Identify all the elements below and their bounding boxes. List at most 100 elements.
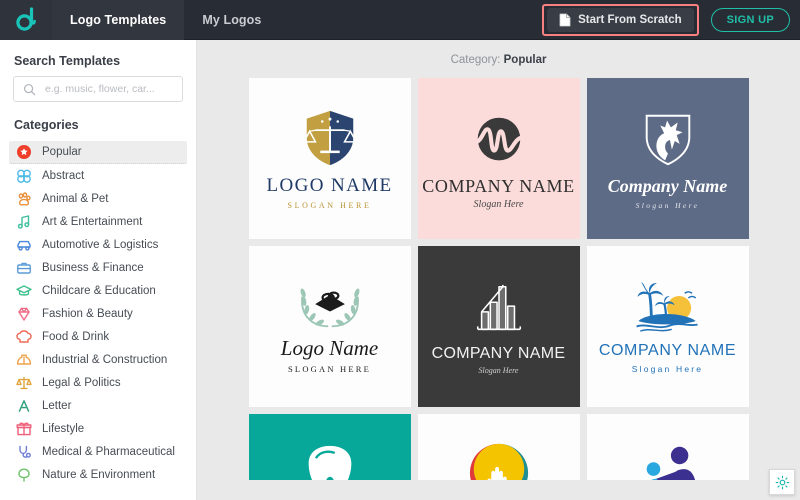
sidebar-item-fashion-beauty[interactable]: Fashion & Beauty bbox=[9, 302, 187, 325]
city-buildings-icon-wrap bbox=[470, 279, 528, 339]
template-name: COMPANY NAME bbox=[432, 345, 566, 363]
palm-island-sun-icon bbox=[631, 280, 705, 336]
sidebar-item-food-drink[interactable]: Food & Drink bbox=[9, 325, 187, 348]
category-prefix: Category: bbox=[451, 54, 501, 66]
sidebar-item-automotive-logistics[interactable]: Automotive & Logistics bbox=[9, 233, 187, 256]
sidebar-item-business-finance[interactable]: Business & Finance bbox=[9, 256, 187, 279]
sidebar-item-industrial-construction[interactable]: Industrial & Construction bbox=[9, 348, 187, 371]
start-from-scratch-label: Start From Scratch bbox=[578, 14, 682, 26]
template-grid-row-partial bbox=[197, 414, 800, 480]
chef-hat-icon-wrap bbox=[16, 329, 32, 345]
template-slogan: SLOGAN HERE bbox=[288, 201, 372, 210]
tooth-icon-wrap bbox=[297, 440, 363, 480]
sidebar-item-label: Lifestyle bbox=[42, 423, 84, 435]
sidebar-item-label: Legal & Politics bbox=[42, 377, 121, 389]
search-box[interactable] bbox=[13, 76, 183, 102]
category-value: Popular bbox=[504, 54, 547, 66]
stethoscope-icon bbox=[16, 444, 32, 460]
music-note-icon-wrap bbox=[16, 214, 32, 230]
letter-a-icon bbox=[16, 398, 32, 414]
sidebar-item-art-entertainment[interactable]: Art & Entertainment bbox=[9, 210, 187, 233]
template-card[interactable] bbox=[587, 414, 749, 480]
gift-icon bbox=[16, 421, 32, 437]
reading-people-icon bbox=[635, 440, 701, 480]
shield-scales-icon bbox=[299, 107, 361, 169]
tab-logo-templates-label: Logo Templates bbox=[70, 13, 166, 27]
sidebar-item-popular[interactable]: Popular bbox=[9, 141, 187, 164]
brand-logo-icon bbox=[14, 7, 38, 33]
start-from-scratch-button[interactable]: Start From Scratch bbox=[547, 8, 694, 32]
hard-hat-icon bbox=[16, 352, 32, 368]
template-slogan: Slogan Here bbox=[479, 366, 519, 375]
template-card[interactable] bbox=[418, 414, 580, 480]
sidebar-item-nature-environment[interactable]: Nature & Environment bbox=[9, 463, 187, 486]
template-card[interactable]: Logo NameSLOGAN HERE bbox=[249, 246, 411, 407]
sidebar-item-label: Childcare & Education bbox=[42, 285, 156, 297]
template-grid: LOGO NAME SLOGAN HERE COMPANY NAME Slogan H… bbox=[197, 78, 800, 407]
brand-logo[interactable] bbox=[0, 0, 52, 40]
search-input[interactable] bbox=[43, 82, 173, 96]
template-name: COMPANY NAME bbox=[422, 176, 574, 197]
sidebar-item-label: Art & Entertainment bbox=[42, 216, 142, 228]
wolf-shield-icon bbox=[638, 108, 698, 170]
scales-icon-wrap bbox=[16, 375, 32, 391]
sidebar-item-label: Letter bbox=[42, 400, 71, 412]
hand-circle-icon-wrap bbox=[466, 440, 532, 480]
abstract-icon bbox=[16, 168, 32, 184]
template-slogan: Slogan Here bbox=[636, 201, 700, 210]
sign-up-label: SIGN UP bbox=[727, 14, 774, 26]
sidebar-item-label: Medical & Pharmaceutical bbox=[42, 446, 175, 458]
tab-my-logos-label: My Logos bbox=[202, 13, 261, 27]
sidebar-item-abstract[interactable]: Abstract bbox=[9, 164, 187, 187]
gear-icon bbox=[775, 475, 790, 490]
city-buildings-icon bbox=[470, 279, 528, 339]
main-content: Category: Popular LOGO NAME SLOGAN HERE CO… bbox=[197, 40, 800, 500]
shield-scales-icon-wrap bbox=[299, 107, 361, 169]
graduation-icon bbox=[16, 283, 32, 299]
sidebar-item-label: Industrial & Construction bbox=[42, 354, 167, 366]
template-card[interactable] bbox=[249, 414, 411, 480]
template-name: COMPANY NAME bbox=[599, 342, 736, 360]
sidebar-item-letter[interactable]: Letter bbox=[9, 394, 187, 417]
template-slogan: Slogan Here bbox=[632, 364, 703, 374]
letter-a-icon-wrap bbox=[16, 398, 32, 414]
template-card[interactable]: Company Name Slogan Here bbox=[587, 78, 749, 239]
sidebar-item-label: Popular bbox=[42, 146, 82, 158]
star-badge-icon bbox=[16, 144, 32, 160]
template-card[interactable]: COMPANY NAME Slogan Here bbox=[418, 246, 580, 407]
template-card[interactable]: LOGO NAME SLOGAN HERE bbox=[249, 78, 411, 239]
hard-hat-icon-wrap bbox=[16, 352, 32, 368]
template-name: LOGO NAME bbox=[266, 175, 392, 197]
sidebar-item-label: Automotive & Logistics bbox=[42, 239, 158, 251]
graduation-icon-wrap bbox=[16, 283, 32, 299]
scales-icon bbox=[16, 375, 32, 391]
sign-up-button[interactable]: SIGN UP bbox=[711, 8, 790, 32]
sidebar-item-lifestyle[interactable]: Lifestyle bbox=[9, 417, 187, 440]
briefcase-icon-wrap bbox=[16, 260, 32, 276]
sidebar-item-legal-politics[interactable]: Legal & Politics bbox=[9, 371, 187, 394]
sidebar-item-medical-pharmaceutical[interactable]: Medical & Pharmaceutical bbox=[9, 440, 187, 463]
template-card[interactable]: COMPANY NAME Slogan Here bbox=[587, 246, 749, 407]
abstract-icon-wrap bbox=[16, 168, 32, 184]
template-name: Company Name bbox=[608, 176, 728, 197]
sidebar-item-label: Abstract bbox=[42, 170, 84, 182]
template-slogan: SLOGAN HERE bbox=[288, 364, 371, 374]
sidebar-item-label: Food & Drink bbox=[42, 331, 109, 343]
sidebar-item-childcare-education[interactable]: Childcare & Education bbox=[9, 279, 187, 302]
page-body: Search Templates Categories PopularAbstr… bbox=[0, 40, 800, 500]
sidebar-item-animal-pet[interactable]: Animal & Pet bbox=[9, 187, 187, 210]
car-icon bbox=[16, 237, 32, 253]
tab-logo-templates[interactable]: Logo Templates bbox=[52, 0, 184, 40]
sidebar: Search Templates Categories PopularAbstr… bbox=[0, 40, 197, 500]
circle-monogram-m-icon bbox=[468, 108, 530, 170]
wolf-shield-icon-wrap bbox=[638, 108, 698, 170]
paw-icon bbox=[16, 191, 32, 207]
app-header: Logo Templates My Logos Start From Scrat… bbox=[0, 0, 800, 40]
tab-my-logos[interactable]: My Logos bbox=[184, 0, 279, 40]
laurel-wreath-book-icon-wrap bbox=[291, 280, 369, 330]
settings-gear-button[interactable] bbox=[769, 469, 795, 495]
stethoscope-icon-wrap bbox=[16, 444, 32, 460]
gift-icon-wrap bbox=[16, 421, 32, 437]
template-card[interactable]: COMPANY NAMESlogan Here bbox=[418, 78, 580, 239]
document-icon bbox=[559, 13, 571, 27]
